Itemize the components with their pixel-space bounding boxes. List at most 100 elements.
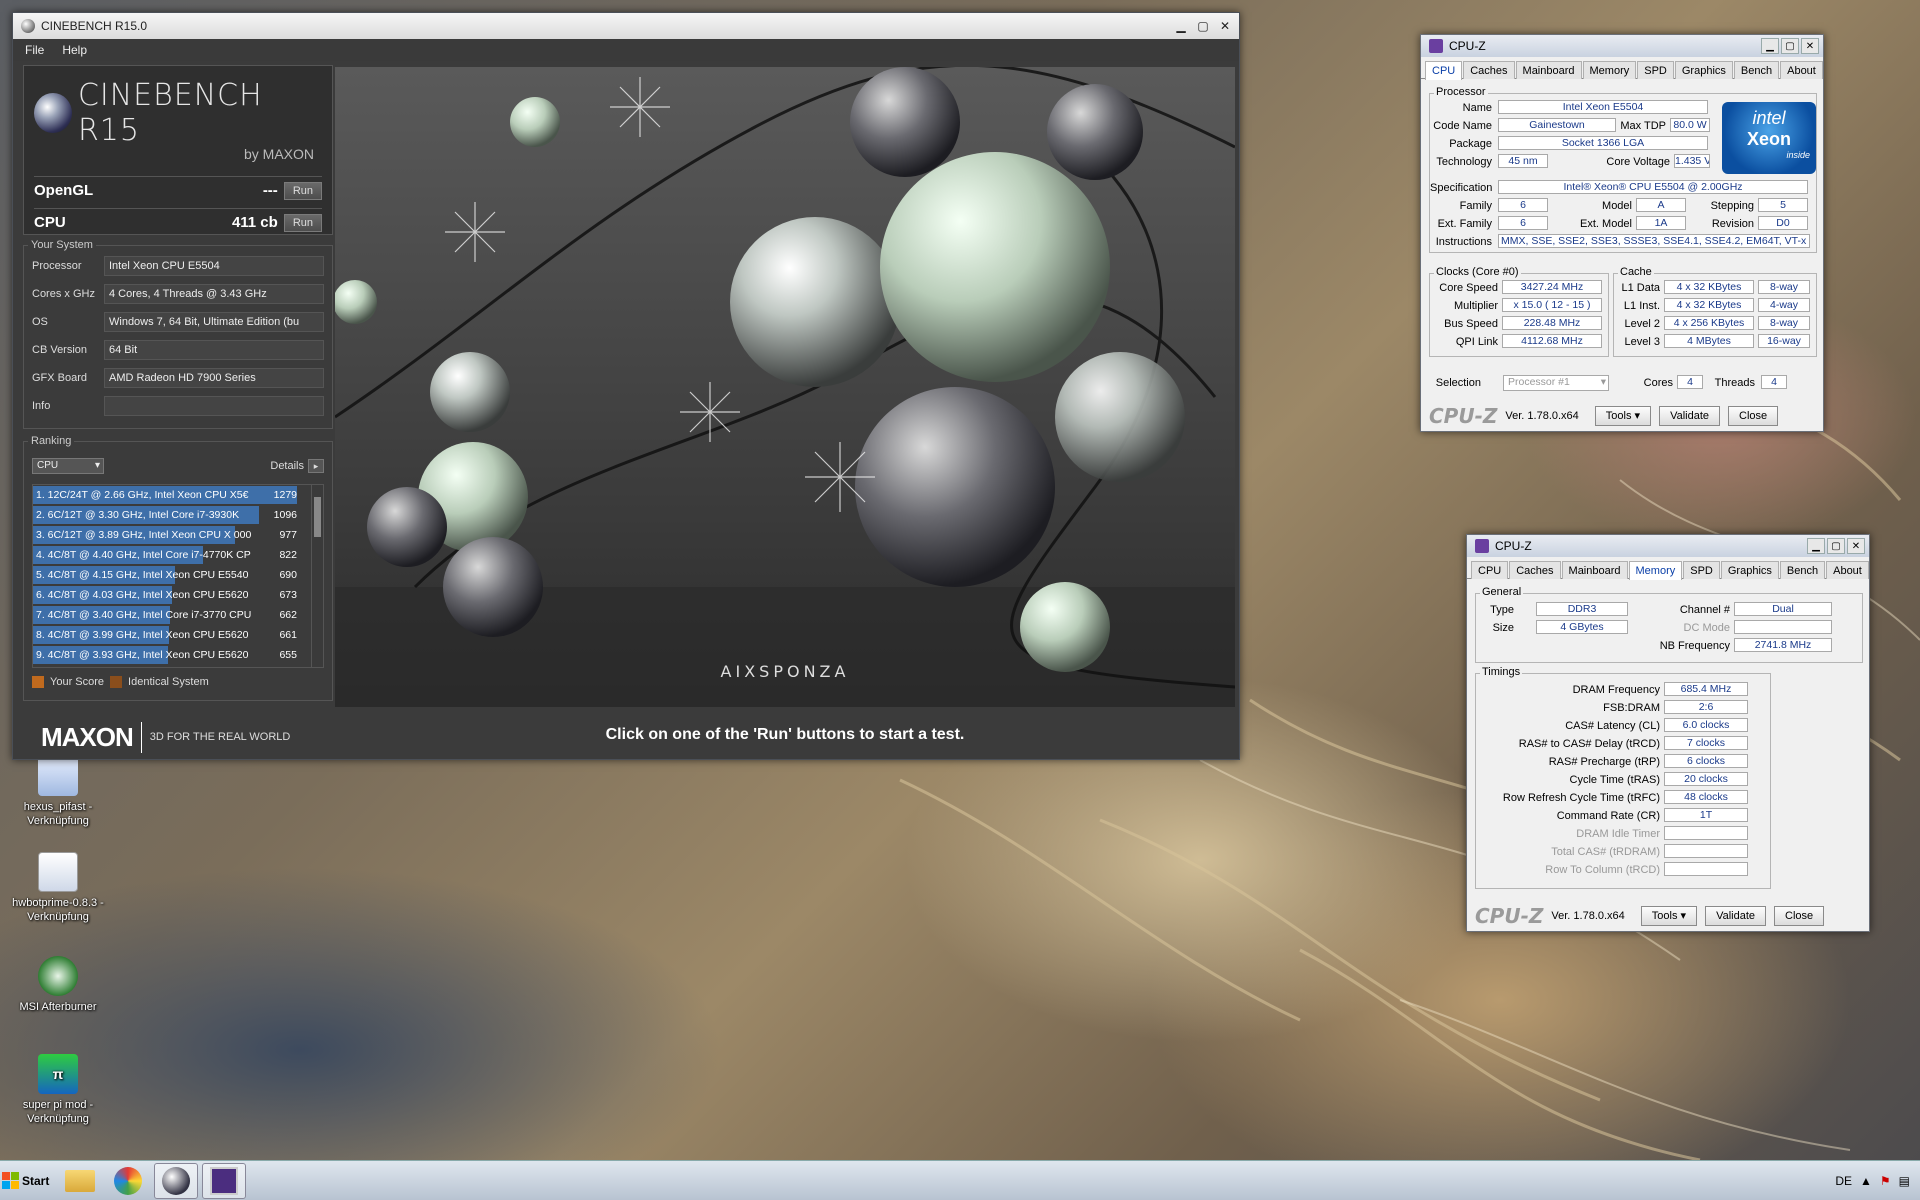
timing-label: FSB:DRAM	[1603, 702, 1660, 714]
maximize-button[interactable]: ▢	[1827, 538, 1845, 554]
ranking-item[interactable]: 1. 12C/24T @ 2.66 GHz, Intel Xeon CPU X5…	[33, 485, 323, 505]
folder-icon	[65, 1169, 95, 1192]
tab-graphics[interactable]: Graphics	[1720, 561, 1779, 579]
tab-about[interactable]: About	[1780, 61, 1823, 79]
maximize-button[interactable]: ▢	[1781, 38, 1799, 54]
flag-icon[interactable]: ⚑	[1880, 1174, 1891, 1188]
tab-mainboard[interactable]: Mainboard	[1561, 561, 1628, 579]
tab-caches[interactable]: Caches	[1509, 561, 1561, 579]
ranking-item-name: 2. 6C/12T @ 3.30 GHz, Intel Core i7-3930…	[36, 509, 240, 521]
timings-group: Timings DRAM Frequency 685.4 MHz FSB:DRAM 2…	[1475, 666, 1771, 889]
tab-bench[interactable]: Bench	[1779, 561, 1826, 579]
desktop-icon-msi-afterburner[interactable]: MSI Afterburner	[8, 956, 108, 1014]
taskbar-explorer[interactable]	[58, 1163, 102, 1199]
windows-logo-icon	[2, 1172, 19, 1189]
tab-memory[interactable]: Memory	[1628, 561, 1683, 580]
ranking-item-score: 822	[279, 549, 297, 561]
cpuz-titlebar[interactable]: CPU-Z ▁ ▢ ✕	[1421, 35, 1823, 57]
system-row-value: AMD Radeon HD 7900 Series	[104, 368, 324, 388]
scroll-thumb[interactable]	[314, 497, 321, 537]
ranking-item[interactable]: 9. 4C/8T @ 3.93 GHz, Intel Xeon CPU E562…	[33, 645, 323, 665]
cpuz-bottom-bar: CPU-Z Ver. 1.78.0.x64 Tools ▾ Validate C…	[1421, 401, 1823, 431]
tab-cpu[interactable]: CPU	[1471, 561, 1509, 579]
close-button[interactable]: ✕	[1847, 538, 1865, 554]
ranking-type-select[interactable]: CPU ▾	[32, 458, 104, 474]
desktop-icon-hexus-pifast[interactable]: hexus_pifast - Verknüpfung	[8, 756, 108, 828]
system-row: Info	[32, 392, 324, 420]
general-group: General Type DDR3 Size 4 GBytes Channel …	[1475, 586, 1863, 663]
taskbar-cinebench[interactable]	[154, 1162, 198, 1199]
close-icon: ✕	[1805, 40, 1815, 52]
ranking-item[interactable]: 3. 6C/12T @ 3.89 GHz, Intel Xeon CPU X 0…	[33, 525, 323, 545]
taskbar-cpuz[interactable]	[202, 1162, 246, 1199]
close-button[interactable]: ✕	[1215, 17, 1235, 35]
ranking-item[interactable]: 5. 4C/8T @ 4.15 GHz, Intel Xeon CPU E554…	[33, 565, 323, 585]
ranking-scrollbar[interactable]	[311, 485, 323, 667]
language-indicator[interactable]: DE	[1835, 1174, 1852, 1188]
network-icon[interactable]: ▤	[1899, 1174, 1910, 1188]
tab-bench[interactable]: Bench	[1733, 61, 1780, 79]
timing-value	[1664, 826, 1748, 840]
processor-select[interactable]: Processor #1 ▾	[1503, 375, 1609, 391]
timing-label: RAS# to CAS# Delay (tRCD)	[1518, 738, 1660, 750]
minimize-button[interactable]: ▁	[1807, 538, 1825, 554]
menu-help[interactable]: Help	[62, 43, 87, 57]
minimize-button[interactable]: ▁	[1761, 38, 1779, 54]
tab-caches[interactable]: Caches	[1463, 61, 1515, 79]
validate-button[interactable]: Validate	[1705, 906, 1766, 926]
selection-label: Selection	[1435, 377, 1481, 389]
minimize-button[interactable]: ▁	[1171, 17, 1191, 35]
name-value: Intel Xeon E5504	[1498, 100, 1708, 114]
start-button[interactable]: Start	[2, 1164, 54, 1198]
tools-button[interactable]: Tools ▾	[1594, 406, 1652, 426]
type-label: Type	[1490, 604, 1514, 616]
tools-button[interactable]: Tools ▾	[1640, 906, 1698, 926]
chevron-down-icon: ▾	[1634, 410, 1641, 422]
processor-select-value: Processor #1	[1508, 376, 1570, 388]
ranking-item[interactable]: 6. 4C/8T @ 4.03 GHz, Intel Xeon CPU E562…	[33, 585, 323, 605]
aixsponza-logo: AIXSPONZA	[721, 662, 850, 681]
tab-about[interactable]: About	[1826, 561, 1869, 579]
desktop-icon-super-pi[interactable]: π super pi mod - Verknüpfung	[8, 1054, 108, 1126]
cpuz-window-memory: CPU-Z ▁ ▢ ✕ CPU Caches Mainboard Memory SPD G…	[1466, 534, 1870, 932]
bus-speed-label: Bus Speed	[1444, 318, 1498, 330]
bus-speed-value: 228.48 MHz	[1502, 316, 1602, 330]
validate-button[interactable]: Validate	[1659, 406, 1720, 426]
opengl-score: ---	[262, 182, 278, 199]
ext-model-value: 1A	[1636, 216, 1686, 230]
system-row: CB Version 64 Bit	[32, 336, 324, 364]
close-window-button[interactable]: Close	[1774, 906, 1825, 926]
ranking-item[interactable]: 4. 4C/8T @ 4.40 GHz, Intel Core i7-4770K…	[33, 545, 323, 565]
taskbar-paint[interactable]	[106, 1163, 150, 1199]
ranking-item[interactable]: 7. 4C/8T @ 3.40 GHz, Intel Core i7-3770 …	[33, 605, 323, 625]
tab-cpu[interactable]: CPU	[1425, 61, 1463, 80]
core-speed-label: Core Speed	[1439, 282, 1498, 294]
cpuz-titlebar[interactable]: CPU-Z ▁ ▢ ✕	[1467, 535, 1869, 557]
details-button[interactable]: Details ▸	[270, 459, 324, 473]
cinebench-titlebar[interactable]: CINEBENCH R15.0 ▁ ▢ ✕	[13, 13, 1239, 39]
cpuz-app-icon	[1429, 39, 1443, 53]
menu-file[interactable]: File	[25, 43, 44, 57]
tab-spd[interactable]: SPD	[1683, 561, 1720, 579]
close-window-button[interactable]: Close	[1728, 406, 1779, 426]
your-score-swatch	[32, 676, 44, 688]
identical-system-swatch	[110, 676, 123, 688]
tray-expand-icon[interactable]: ▲	[1860, 1174, 1872, 1188]
opengl-run-button[interactable]: Run	[283, 181, 322, 200]
minimize-icon: ▁	[1812, 540, 1820, 552]
tab-graphics[interactable]: Graphics	[1674, 61, 1733, 79]
ranking-type-value: CPU	[37, 460, 59, 471]
system-row-label: Cores x GHz	[32, 288, 95, 300]
cpu-run-button[interactable]: Run	[283, 213, 322, 232]
timing-value	[1664, 844, 1748, 858]
maximize-button[interactable]: ▢	[1193, 17, 1213, 35]
cinebench-logo-panel: CINEBENCH R15 by MAXON OpenGL --- Run CP…	[23, 65, 333, 235]
tab-memory[interactable]: Memory	[1582, 61, 1637, 79]
ranking-item[interactable]: 8. 4C/8T @ 3.99 GHz, Intel Xeon CPU E562…	[33, 625, 323, 645]
close-button[interactable]: ✕	[1801, 38, 1819, 54]
tab-mainboard[interactable]: Mainboard	[1515, 61, 1582, 79]
desktop-icon-hwbotprime[interactable]: hwbotprime-0.8.3 - Verknüpfung	[8, 852, 108, 924]
cpuz-icon	[210, 1166, 238, 1195]
tab-spd[interactable]: SPD	[1637, 61, 1674, 79]
ranking-item[interactable]: 2. 6C/12T @ 3.30 GHz, Intel Core i7-3930…	[33, 505, 323, 525]
